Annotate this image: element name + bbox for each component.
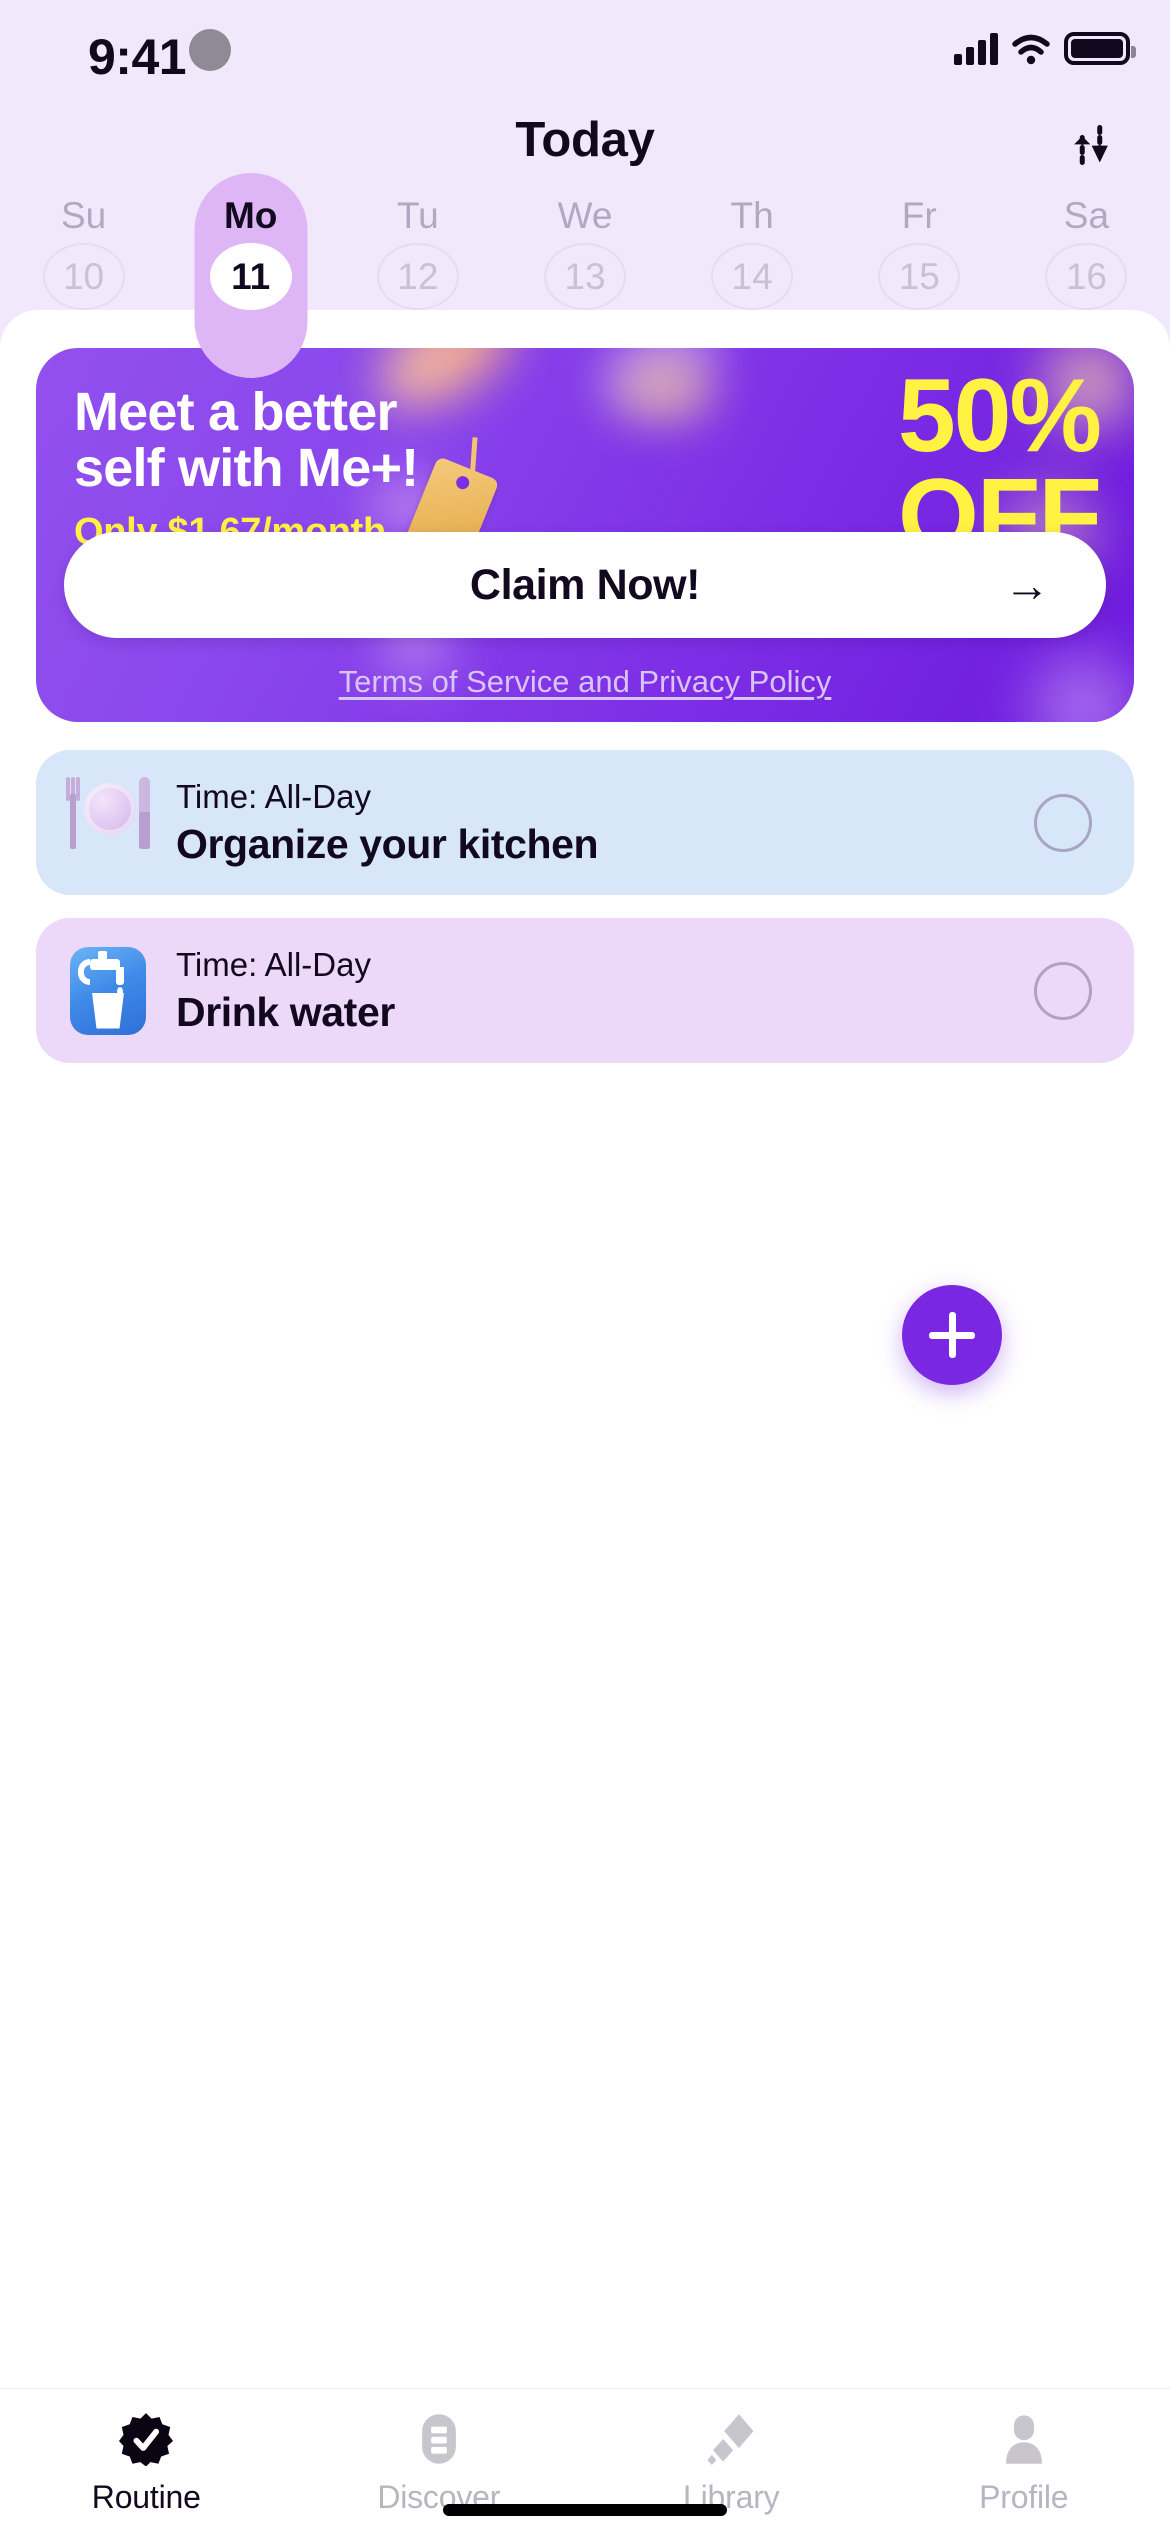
cellular-signal-icon bbox=[954, 33, 998, 65]
promo-discount-number: 50% bbox=[897, 358, 1102, 474]
day-number: 13 bbox=[543, 243, 626, 310]
plate-fork-knife-icon bbox=[60, 775, 156, 871]
person-icon bbox=[994, 2409, 1054, 2469]
terms-privacy-link[interactable]: Terms of Service and Privacy Policy bbox=[36, 664, 1134, 700]
day-cell-th[interactable]: Th 14 bbox=[669, 195, 836, 310]
day-cell-sa[interactable]: Sa 16 bbox=[1003, 195, 1170, 310]
task-text: Time: All-Day Organize your kitchen bbox=[176, 776, 1034, 868]
task-complete-checkbox[interactable] bbox=[1034, 793, 1092, 852]
confetti-decoration bbox=[616, 358, 714, 420]
day-cell-mo[interactable]: Mo 11 bbox=[167, 173, 334, 378]
claim-now-button[interactable]: Claim Now! → bbox=[64, 532, 1106, 638]
day-number: 15 bbox=[878, 243, 961, 310]
day-name: Th bbox=[730, 195, 774, 236]
day-cell-fr[interactable]: Fr 15 bbox=[836, 195, 1003, 310]
day-number: 16 bbox=[1045, 243, 1128, 310]
day-cell-we[interactable]: We 13 bbox=[501, 195, 668, 310]
promo-headline-line1: Meet a better bbox=[74, 382, 398, 442]
day-number: 14 bbox=[711, 243, 794, 310]
day-name: Su bbox=[60, 195, 107, 236]
claim-now-label: Claim Now! bbox=[469, 560, 701, 609]
faucet-water-glass-icon bbox=[60, 943, 156, 1039]
task-complete-checkbox[interactable] bbox=[1034, 961, 1092, 1020]
task-time-label: Time: All-Day bbox=[176, 946, 371, 984]
sort-up-down-icon[interactable] bbox=[1050, 110, 1132, 180]
week-day-strip[interactable]: Su 10 Mo 11 Tu 12 We 13 Th 14 Fr 15 Sa 1… bbox=[0, 173, 1170, 378]
content-sheet: Meet a better self with Me+! Only $1.67/… bbox=[0, 310, 1170, 2532]
tab-library[interactable]: Library bbox=[585, 2409, 878, 2516]
day-cell-su[interactable]: Su 10 bbox=[0, 195, 167, 310]
task-title: Organize your kitchen bbox=[176, 820, 599, 867]
task-title: Drink water bbox=[176, 988, 395, 1035]
promo-headline-line2: self with Me+! bbox=[74, 438, 419, 499]
confetti-decoration bbox=[588, 348, 734, 421]
day-name: Fr bbox=[901, 195, 937, 236]
tab-routine[interactable]: Routine bbox=[0, 2409, 293, 2516]
tab-label: Routine bbox=[91, 2479, 201, 2515]
plus-icon bbox=[929, 1312, 975, 1358]
tab-discover[interactable]: Discover bbox=[293, 2409, 586, 2516]
day-name: Sa bbox=[1063, 195, 1110, 236]
day-number: 11 bbox=[209, 243, 292, 310]
battery-icon bbox=[1064, 32, 1136, 65]
promo-headline: Meet a better self with Me+! bbox=[74, 382, 419, 499]
day-number: 10 bbox=[42, 243, 125, 310]
camera-dot-icon bbox=[189, 29, 231, 71]
app-header: Today bbox=[0, 100, 1170, 190]
day-name: Mo bbox=[223, 195, 278, 236]
task-time-label: Time: All-Day bbox=[176, 778, 371, 816]
arrow-right-icon: → bbox=[1004, 559, 1050, 611]
day-cell-tu[interactable]: Tu 12 bbox=[334, 195, 501, 310]
task-card[interactable]: Time: All-Day Drink water bbox=[36, 918, 1134, 1063]
tab-label: Profile bbox=[979, 2479, 1069, 2515]
task-card[interactable]: Time: All-Day Organize your kitchen bbox=[36, 750, 1134, 895]
tab-profile[interactable]: Profile bbox=[878, 2409, 1170, 2516]
day-name: We bbox=[557, 195, 613, 236]
home-indicator bbox=[443, 2504, 727, 2516]
add-task-fab[interactable] bbox=[902, 1285, 1002, 1385]
task-text: Time: All-Day Drink water bbox=[176, 944, 1034, 1036]
discover-list-icon bbox=[409, 2409, 469, 2469]
library-diamond-icon bbox=[701, 2409, 761, 2469]
badge-check-icon bbox=[116, 2409, 176, 2469]
day-name: Tu bbox=[396, 195, 439, 236]
promo-banner[interactable]: Meet a better self with Me+! Only $1.67/… bbox=[36, 348, 1134, 722]
wifi-icon bbox=[1011, 33, 1051, 65]
page-title: Today bbox=[515, 113, 655, 167]
status-bar: 9:41 bbox=[0, 0, 1170, 100]
status-bar-indicators bbox=[954, 32, 1136, 65]
status-bar-time: 9:41 bbox=[88, 29, 187, 85]
day-number: 12 bbox=[376, 243, 459, 310]
